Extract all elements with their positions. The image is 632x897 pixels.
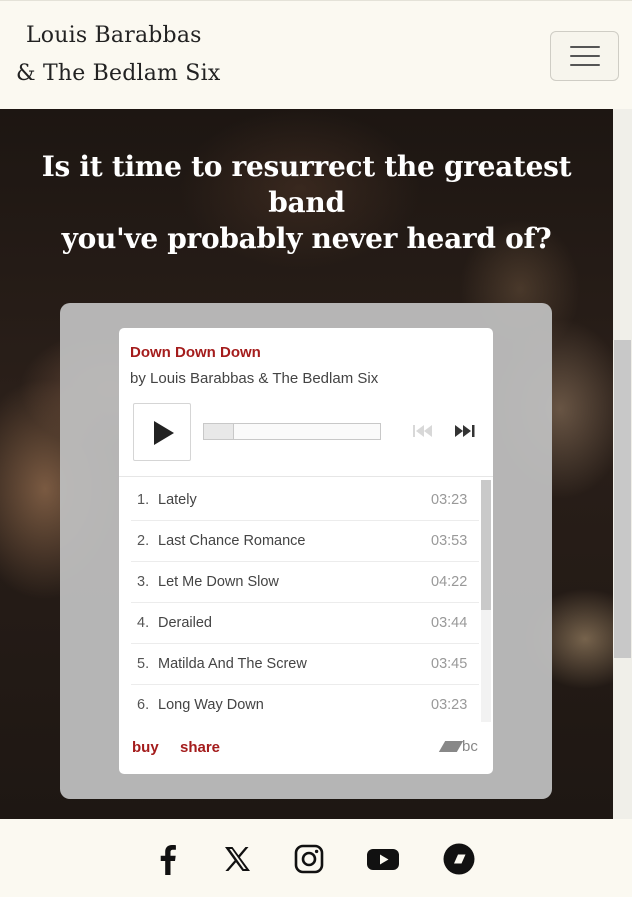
brand-line-2[interactable]: & The Bedlam Six — [16, 55, 220, 93]
previous-track-icon[interactable] — [411, 422, 435, 440]
hero-title-line-1: Is it time to resurrect the greatest ban… — [41, 150, 572, 219]
brand-line-1[interactable]: Louis Barabbas — [16, 17, 220, 55]
track-title[interactable]: Derailed — [158, 615, 431, 631]
buy-link[interactable]: buy — [132, 739, 159, 756]
track-title[interactable]: Long Way Down — [158, 697, 431, 713]
track-number: 4. — [137, 615, 150, 631]
bandcamp-mark-icon — [438, 741, 464, 752]
site-header: Louis Barabbas & The Bedlam Six — [0, 0, 632, 109]
x-icon[interactable] — [220, 842, 254, 876]
track-list: 1. Lately 03:23 2. Last Chance Romance 0… — [131, 480, 479, 722]
album-title-link[interactable]: Down Down Down — [130, 344, 261, 361]
page-scrollbar-thumb[interactable] — [614, 340, 631, 658]
album-artist-link[interactable]: by Louis Barabbas & The Bedlam Six — [130, 370, 378, 387]
hero-title: Is it time to resurrect the greatest ban… — [0, 149, 613, 257]
instagram-icon[interactable] — [292, 842, 326, 876]
site-footer — [0, 819, 632, 897]
track-row[interactable]: 1. Lately 03:23 — [131, 480, 479, 521]
track-row[interactable]: 5. Matilda And The Screw 03:45 — [131, 644, 479, 685]
menu-toggle-button[interactable] — [550, 31, 619, 81]
bandcamp-icon[interactable] — [442, 842, 476, 876]
play-button[interactable] — [133, 403, 191, 461]
track-title[interactable]: Lately — [158, 492, 431, 508]
track-number: 5. — [137, 656, 150, 672]
hamburger-icon — [569, 46, 600, 48]
track-duration: 04:22 — [431, 574, 468, 590]
track-number: 3. — [137, 574, 150, 590]
tracklist-scrollbar-thumb[interactable] — [481, 480, 491, 610]
track-number: 2. — [137, 533, 150, 549]
bandcamp-logo[interactable]: bc — [438, 738, 478, 755]
site-brand[interactable]: Louis Barabbas & The Bedlam Six — [16, 17, 220, 93]
track-duration: 03:23 — [431, 697, 468, 713]
track-duration: 03:45 — [431, 656, 468, 672]
track-number: 6. — [137, 697, 150, 713]
next-track-icon[interactable] — [453, 422, 479, 440]
track-duration: 03:44 — [431, 615, 468, 631]
track-title[interactable]: Last Chance Romance — [158, 533, 431, 549]
share-link[interactable]: share — [180, 739, 220, 756]
track-duration: 03:23 — [431, 492, 468, 508]
bandcamp-logo-text: bc — [462, 738, 478, 755]
track-row[interactable]: 2. Last Chance Romance 03:53 — [131, 521, 479, 562]
progress-handle[interactable] — [204, 424, 234, 439]
track-duration: 03:53 — [431, 533, 468, 549]
player-divider — [119, 476, 493, 477]
track-title[interactable]: Let Me Down Slow — [158, 574, 431, 590]
track-title[interactable]: Matilda And The Screw — [158, 656, 431, 672]
track-row[interactable]: 6. Long Way Down 03:23 — [131, 685, 479, 722]
youtube-icon[interactable] — [366, 842, 400, 876]
hero-title-line-2: you've probably never heard of? — [61, 222, 552, 255]
bandcamp-player: Down Down Down by Louis Barabbas & The B… — [119, 328, 493, 774]
track-row[interactable]: 3. Let Me Down Slow 04:22 — [131, 562, 479, 603]
progress-bar[interactable] — [203, 423, 381, 440]
facebook-icon[interactable] — [151, 842, 185, 876]
track-row[interactable]: 4. Derailed 03:44 — [131, 603, 479, 644]
track-number: 1. — [137, 492, 150, 508]
